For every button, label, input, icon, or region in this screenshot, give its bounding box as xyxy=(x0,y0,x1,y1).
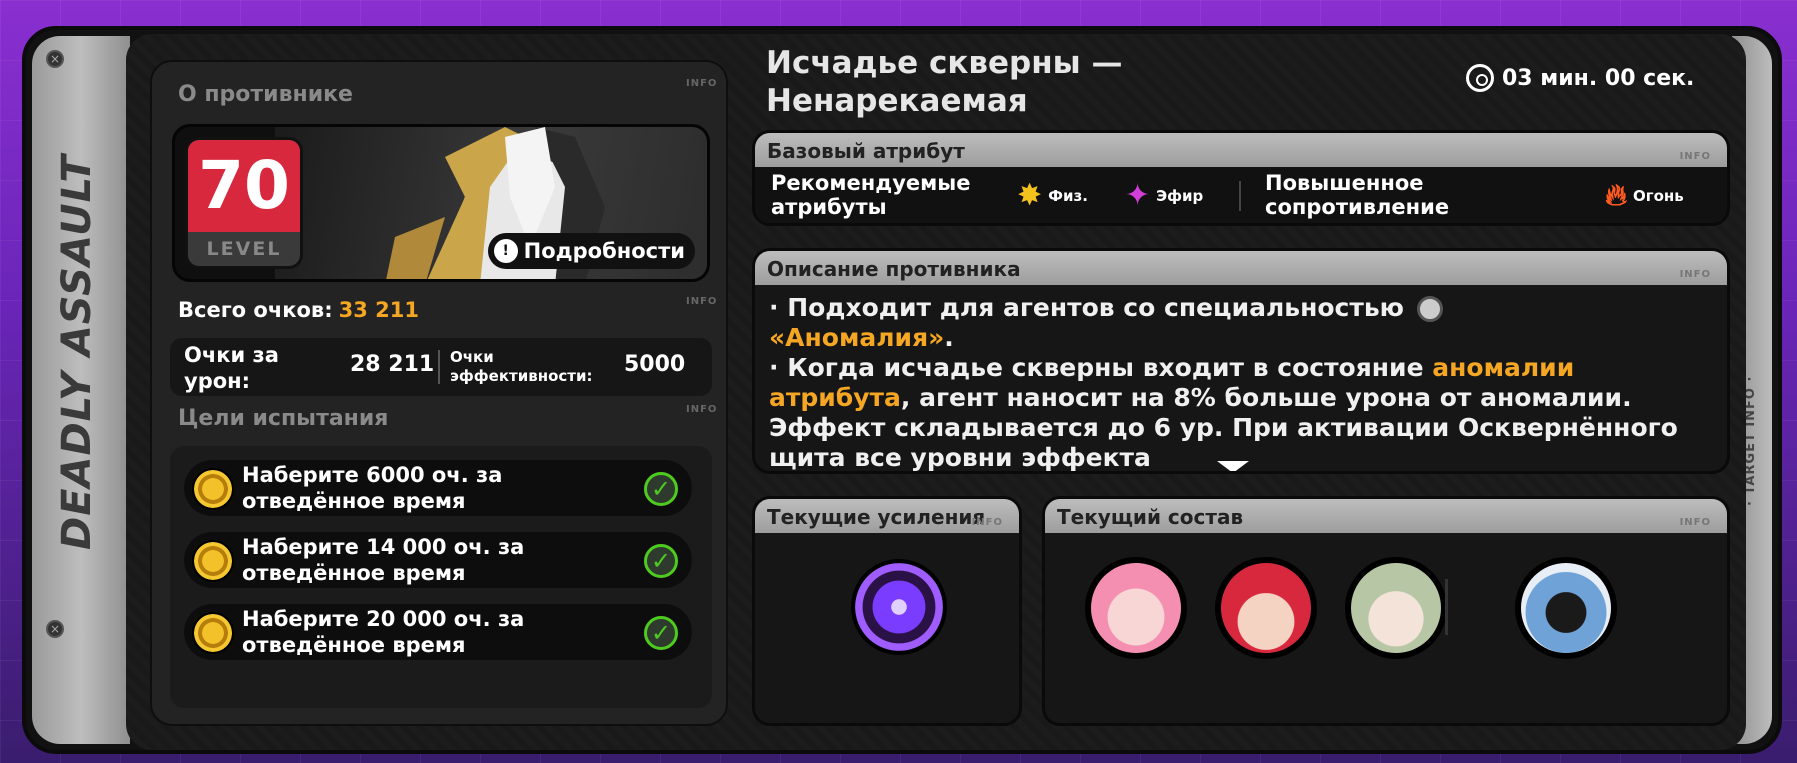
attr-physical[interactable]: ✸ Физ. xyxy=(1017,181,1088,211)
anomaly-icon xyxy=(1416,296,1443,322)
about-enemy-title: О противнике xyxy=(178,82,353,107)
buff-icon[interactable] xyxy=(851,559,947,655)
screw-icon: × xyxy=(46,50,64,68)
star-medal-icon xyxy=(192,468,234,510)
attr-ether[interactable]: ✦ Эфир xyxy=(1125,181,1203,211)
goal-item: Наберите 20 000 оч. за отведённое время … xyxy=(184,604,692,660)
buffs-title-text: Текущие усиления xyxy=(767,505,986,529)
goal-text: Наберите 14 000 оч. за отведённое время xyxy=(242,535,525,585)
base-attribute-title-text: Базовый атрибут xyxy=(767,139,965,163)
attr-fire-label: Огонь xyxy=(1633,187,1684,205)
timer-text: 03 мин. 00 сек. xyxy=(1502,65,1695,91)
goals-title: Цели испытания xyxy=(178,406,389,431)
goal-item: Наберите 6000 оч. за отведённое время ✓ xyxy=(184,460,692,516)
enemy-description-panel[interactable]: Описание противника INFO · Подходит для … xyxy=(752,248,1730,474)
info-tag: INFO xyxy=(686,78,718,89)
buffs-title: Текущие усиления INFO xyxy=(755,499,1019,533)
desc-line2: · Когда исчадье скверны входит в состоян… xyxy=(769,353,1424,382)
main-frame: × × DEADLY ASSAULT · TARGET INFO · О про… xyxy=(22,26,1782,754)
attr-fire[interactable]: 🔥︎ Огонь xyxy=(1605,181,1684,211)
team-title: Текущий состав INFO xyxy=(1045,499,1727,533)
details-button-label: Подробности xyxy=(523,239,685,263)
info-tag: INFO xyxy=(1679,269,1711,280)
level-number: 70 xyxy=(188,140,300,232)
scroll-down-icon[interactable] xyxy=(1217,461,1249,471)
bangboo-avatar[interactable] xyxy=(1515,557,1617,659)
check-icon: ✓ xyxy=(644,544,678,578)
goals-list: Наберите 6000 оч. за отведённое время ✓ … xyxy=(170,446,712,708)
screw-icon: × xyxy=(46,620,64,638)
damage-score-label: Очки за урон: xyxy=(184,343,279,393)
details-button[interactable]: ! Подробности xyxy=(487,233,695,269)
total-score-value: 33 211 xyxy=(338,298,419,322)
physical-attr-icon: ✸ xyxy=(1017,178,1043,213)
resistance-label: Повышенное сопротивление xyxy=(1265,171,1450,219)
info-tag: INFO xyxy=(686,404,718,415)
team-title-text: Текущий состав xyxy=(1057,505,1244,529)
total-score-row: Всего очков: 33 211 xyxy=(178,298,419,322)
attribute-row: Рекомендуемые атрибуты ✸ Физ. ✦ Эфир Пов… xyxy=(755,167,1727,223)
check-icon: ✓ xyxy=(644,472,678,506)
level-label: LEVEL xyxy=(206,238,282,260)
desc-line1: · Подходит для агентов со специальностью xyxy=(769,293,1404,322)
desc-highlight-anomaly: «Аномалия» xyxy=(769,323,945,352)
agent-avatar[interactable] xyxy=(1215,557,1317,659)
base-attribute-panel: Базовый атрибут INFO Рекомендуемые атриб… xyxy=(752,130,1730,226)
info-tag: INFO xyxy=(971,517,1003,528)
agent-avatar[interactable] xyxy=(1085,557,1187,659)
total-score-label: Всего очков: xyxy=(178,298,333,322)
agent-avatar[interactable] xyxy=(1345,557,1447,659)
goal-text: Наберите 6000 оч. за отведённое время xyxy=(242,463,503,513)
level-badge: 70 LEVEL xyxy=(185,137,303,269)
recommended-attributes-label: Рекомендуемые атрибуты xyxy=(771,171,971,219)
goal-text: Наберите 20 000 оч. за отведённое время xyxy=(242,607,525,657)
side-title: DEADLY ASSAULT xyxy=(54,154,100,550)
base-attribute-title: Базовый атрибут INFO xyxy=(755,133,1727,167)
info-tag: INFO xyxy=(1679,517,1711,528)
info-tag: INFO xyxy=(686,296,718,307)
description-text: · Подходит для агентов со специальностью… xyxy=(769,293,1713,472)
divider xyxy=(438,350,440,384)
divider xyxy=(1445,579,1448,635)
current-team-panel: Текущий состав INFO xyxy=(1042,496,1730,726)
enemy-portrait[interactable]: 70 LEVEL ! Подробности xyxy=(172,124,710,282)
enemy-summary-card: О противнике INFO 70 LEVEL ! Подробности… xyxy=(150,60,728,726)
info-circle-icon: ! xyxy=(493,239,518,263)
ether-attr-icon: ✦ xyxy=(1125,178,1151,213)
star-medal-icon xyxy=(192,540,234,582)
desc-line1-end: . xyxy=(944,323,954,352)
score-breakdown: Очки за урон: 28 211 Очки эффективности:… xyxy=(170,338,712,396)
time-limit: 03 мин. 00 сек. xyxy=(1466,64,1694,92)
current-buffs-panel: Текущие усиления INFO xyxy=(752,496,1022,726)
star-medal-icon xyxy=(192,612,234,654)
desc-line2-rest: , агент наносит на 8% больше урона от ан… xyxy=(769,383,1678,472)
description-title: Описание противника INFO xyxy=(755,251,1727,285)
efficiency-score-label: Очки эффективности: xyxy=(450,348,593,385)
fire-attr-icon: 🔥︎ xyxy=(1605,178,1628,213)
efficiency-score-value: 5000 xyxy=(624,352,686,377)
check-icon: ✓ xyxy=(644,616,678,650)
attr-ether-label: Эфир xyxy=(1156,187,1204,205)
description-title-text: Описание противника xyxy=(767,257,1021,281)
damage-score-value: 28 211 xyxy=(350,352,435,377)
content-area: О противнике INFO 70 LEVEL ! Подробности… xyxy=(126,34,1746,750)
goal-item: Наберите 14 000 оч. за отведённое время … xyxy=(184,532,692,588)
timer-icon xyxy=(1466,64,1494,92)
enemy-name: Исчадье скверны — Ненарекаемая xyxy=(766,45,1123,119)
divider xyxy=(1239,181,1241,211)
attr-physical-label: Физ. xyxy=(1048,187,1088,205)
